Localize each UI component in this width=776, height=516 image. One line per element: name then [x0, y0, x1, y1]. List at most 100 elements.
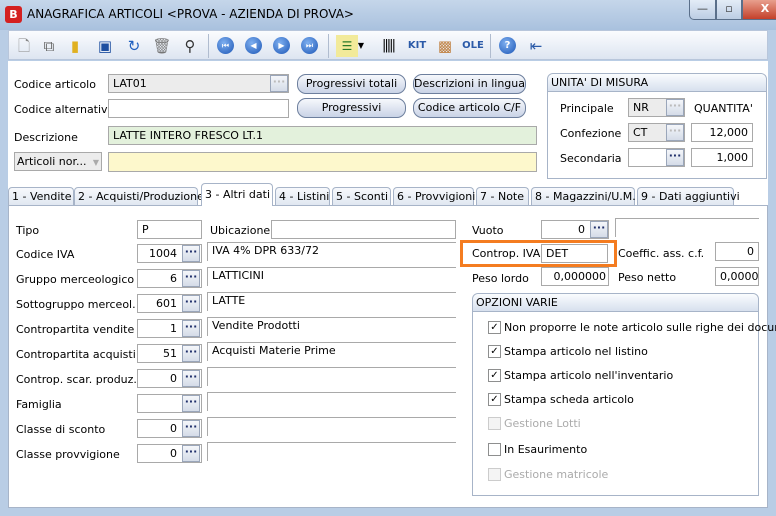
tipo-label: Tipo	[16, 224, 40, 237]
help-icon[interactable]: ?	[499, 37, 516, 54]
row-label: Codice IVA	[16, 248, 75, 261]
exit-icon[interactable]: ⇤	[525, 35, 547, 57]
secondaria-label: Secondaria	[560, 152, 622, 165]
progressivi-totali-button[interactable]: Progressivi totali	[297, 74, 406, 94]
ole-icon[interactable]: OLE	[462, 35, 484, 57]
new-icon[interactable]: 🗋	[13, 35, 35, 57]
tab-1[interactable]: 1 - Vendite	[8, 187, 74, 206]
codice-articolo-label: Codice articolo	[14, 78, 96, 91]
row-desc-field[interactable]	[207, 392, 456, 411]
checkbox[interactable]: ✓	[488, 321, 501, 334]
tab-6[interactable]: 6 - Provvigioni	[393, 187, 475, 206]
minimize-button[interactable]: —	[689, 0, 716, 20]
row-desc-field[interactable]: Vendite Prodotti	[207, 317, 456, 336]
row-label: Controp. scar. produz.	[16, 373, 137, 386]
checkbox[interactable]	[488, 443, 501, 456]
last-icon[interactable]: ⏭	[301, 37, 318, 54]
descrizione-label: Descrizione	[14, 131, 78, 144]
row-desc-field[interactable]: LATTE	[207, 292, 456, 311]
lookup-button[interactable]: ···	[182, 295, 200, 312]
row-desc-field[interactable]	[207, 417, 456, 436]
kit-icon[interactable]: KIT	[406, 35, 428, 57]
delete-icon[interactable]: 🗑	[151, 35, 173, 57]
chevron-down-icon[interactable]: ▼	[356, 35, 366, 57]
tipo-articolo-value: Articoli nor...	[17, 155, 87, 168]
progressivi-button[interactable]: Progressivi	[297, 98, 406, 118]
tipo-field[interactable]: P	[137, 220, 202, 239]
row-label: Sottogruppo merceol.	[16, 298, 136, 311]
principale-label: Principale	[560, 102, 614, 115]
checkbox-label: Stampa articolo nel listino	[504, 345, 648, 358]
checkbox-label: Stampa articolo nell'inventario	[504, 369, 674, 382]
quantita-label: QUANTITA'	[694, 102, 753, 115]
checkbox[interactable]: ✓	[488, 393, 501, 406]
row-label: Contropartita acquisti	[16, 348, 136, 361]
confezione-qty-field[interactable]: 12,000	[691, 123, 753, 142]
checkbox-label: Stampa scheda articolo	[504, 393, 634, 406]
ubicazione-field[interactable]	[271, 220, 456, 239]
peso-lordo-label: Peso lordo	[472, 272, 529, 285]
vuoto-label: Vuoto	[472, 224, 504, 237]
secondaria-qty-field[interactable]: 1,000	[691, 148, 753, 167]
lookup-button[interactable]: ···	[666, 149, 684, 166]
prev-icon[interactable]: ◀	[245, 37, 262, 54]
tab-2[interactable]: 2 - Acquisti/Produzione	[74, 187, 204, 206]
save-icon[interactable]: ▣	[94, 35, 116, 57]
controp-iva-field[interactable]: DET	[541, 244, 608, 263]
copy-icon[interactable]: ⧉	[38, 35, 60, 57]
lookup-button[interactable]: ···	[666, 124, 684, 141]
row-label: Classe provvigione	[16, 448, 120, 461]
row-label: Famiglia	[16, 398, 62, 411]
codice-articolo-cf-button[interactable]: Codice articolo C/F	[413, 98, 526, 118]
codice-alternativo-field[interactable]	[108, 99, 289, 118]
tab-8[interactable]: 8 - Magazzini/U.M.	[531, 187, 636, 206]
search-icon[interactable]: ⚲	[179, 35, 201, 57]
folder-icon[interactable]: ▮	[64, 35, 86, 57]
checkbox-label: Non proporre le note articolo sulle righ…	[504, 321, 776, 334]
peso-netto-field[interactable]: 0,00000	[715, 267, 759, 286]
lookup-button[interactable]: ···	[182, 345, 200, 362]
list-icon[interactable]: ☰	[336, 35, 358, 57]
row-desc-field[interactable]	[207, 367, 456, 386]
lookup-button[interactable]: ···	[270, 75, 288, 92]
tab-7[interactable]: 7 - Note	[476, 187, 529, 206]
row-desc-field[interactable]: IVA 4% DPR 633/72	[207, 242, 456, 261]
checkbox[interactable]: ✓	[488, 345, 501, 358]
lookup-button[interactable]: ···	[182, 420, 200, 437]
barcode-icon[interactable]: |||||	[377, 35, 399, 57]
tab-5[interactable]: 5 - Sconti	[332, 187, 391, 206]
ubicazione-label: Ubicazione	[210, 224, 271, 237]
undo-icon[interactable]: ↻	[123, 35, 145, 57]
row-desc-field[interactable]: Acquisti Materie Prime	[207, 342, 456, 361]
lookup-button[interactable]: ···	[182, 320, 200, 337]
tipo-articolo-select[interactable]: Articoli nor... ▼	[14, 152, 102, 171]
row-label: Classe di sconto	[16, 423, 106, 436]
next-icon[interactable]: ▶	[273, 37, 290, 54]
checkbox-label: Gestione matricole	[504, 468, 609, 481]
codice-alternativo-label: Codice alternativo	[14, 103, 115, 116]
box-icon[interactable]: ▩	[434, 35, 456, 57]
descrizioni-lingua-button[interactable]: Descrizioni in lingua	[413, 74, 526, 94]
lookup-button[interactable]: ···	[590, 221, 608, 238]
maximize-button[interactable]: ▫	[716, 0, 742, 20]
lookup-button[interactable]: ···	[182, 395, 200, 412]
checkbox[interactable]: ✓	[488, 369, 501, 382]
lookup-button[interactable]: ···	[182, 370, 200, 387]
close-button[interactable]: X	[742, 0, 776, 20]
descrizione-field[interactable]: LATTE INTERO FRESCO LT.1	[108, 126, 537, 145]
vuoto-desc-field[interactable]	[615, 218, 759, 237]
lookup-button[interactable]: ···	[182, 245, 200, 262]
tab-3[interactable]: 3 - Altri dati	[201, 183, 273, 206]
extra-field[interactable]	[108, 152, 537, 172]
tab-4[interactable]: 4 - Listini	[275, 187, 330, 206]
lookup-button[interactable]: ···	[666, 99, 684, 116]
first-icon[interactable]: ⏮	[217, 37, 234, 54]
coeffic-field[interactable]: 0	[715, 242, 759, 261]
tab-9[interactable]: 9 - Dati aggiuntivi	[637, 187, 740, 206]
lookup-button[interactable]: ···	[182, 270, 200, 287]
lookup-button[interactable]: ···	[182, 445, 200, 462]
peso-lordo-field[interactable]: 0,000000	[541, 267, 609, 286]
row-desc-field[interactable]	[207, 442, 456, 461]
row-desc-field[interactable]: LATTICINI	[207, 267, 456, 286]
codice-articolo-field[interactable]: LAT01	[108, 74, 289, 93]
